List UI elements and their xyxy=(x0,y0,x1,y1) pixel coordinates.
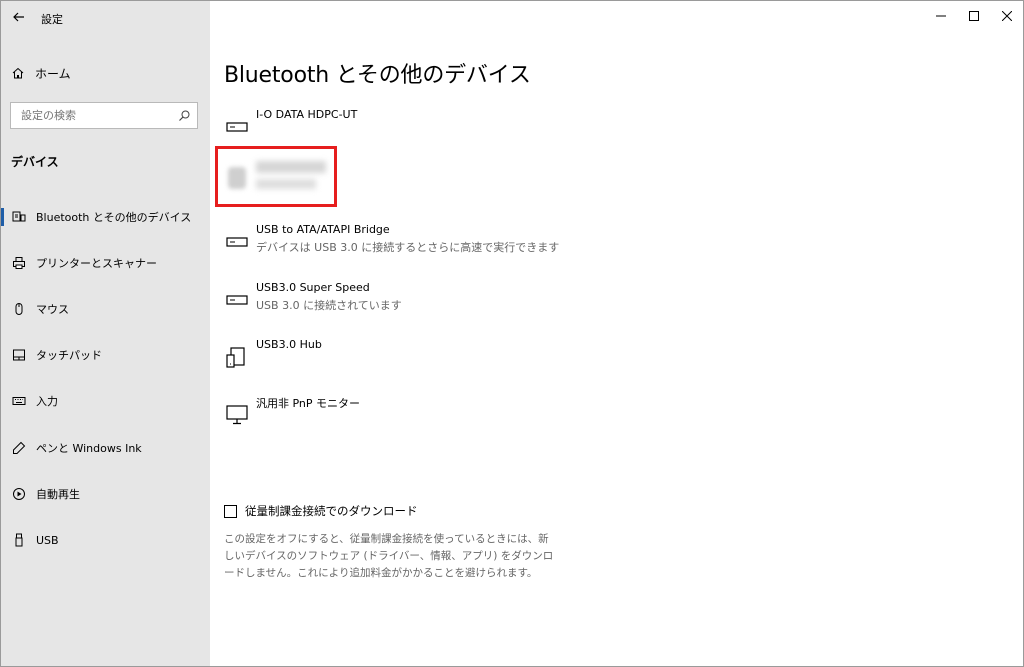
minimize-button[interactable] xyxy=(924,1,957,31)
minimize-icon xyxy=(935,15,946,17)
sidebar-item-label: Bluetooth とその他のデバイス xyxy=(36,211,192,224)
window-controls xyxy=(924,1,1023,31)
autoplay-icon xyxy=(12,487,26,501)
device-name: USB to ATA/ATAPI Bridge xyxy=(256,223,390,236)
devices-icon xyxy=(226,347,245,368)
back-arrow-icon xyxy=(13,12,24,22)
home-icon xyxy=(12,67,24,79)
metered-download-checkbox[interactable] xyxy=(224,504,237,518)
maximize-button[interactable] xyxy=(957,1,990,31)
sidebar-item-label: プリンターとスキャナー xyxy=(36,257,157,270)
sidebar: 設定 ホーム デバイス Bluetooth とその他のデバイス xyxy=(1,1,210,666)
device-item[interactable]: USB to ATA/ATAPI Bridge デバイスは USB 3.0 に接… xyxy=(224,223,644,263)
pen-icon xyxy=(12,441,26,455)
device-name: 汎用非 PnP モニター xyxy=(256,397,361,410)
sidebar-item-mouse[interactable]: マウス xyxy=(1,294,210,324)
sidebar-item-label: 入力 xyxy=(36,395,58,408)
device-item[interactable]: I-O DATA HDPC-UT xyxy=(224,108,524,148)
blurred-device-name xyxy=(256,161,326,173)
sidebar-item-touchpad[interactable]: タッチパッド xyxy=(1,340,210,370)
back-button[interactable] xyxy=(9,7,29,27)
close-button[interactable] xyxy=(990,1,1023,31)
sidebar-item-label: USB xyxy=(36,533,59,547)
drive-icon xyxy=(226,295,248,305)
device-name: I-O DATA HDPC-UT xyxy=(256,108,358,121)
sidebar-item-label: 自動再生 xyxy=(36,488,80,501)
window-title: 設定 xyxy=(41,13,63,26)
printer-icon xyxy=(12,256,26,270)
drive-icon xyxy=(226,237,248,247)
settings-window: 設定 ホーム デバイス Bluetooth とその他のデバイス xyxy=(0,0,1024,667)
home-link[interactable]: ホーム xyxy=(11,63,71,83)
device-status: USB 3.0 に接続されています xyxy=(256,299,402,312)
search-input[interactable] xyxy=(19,108,173,123)
metered-download-toggle[interactable]: 従量制課金接続でのダウンロード xyxy=(224,503,418,519)
sidebar-item-label: タッチパッド xyxy=(36,349,102,362)
device-item[interactable]: 汎用非 PnP モニター xyxy=(224,395,524,435)
home-label: ホーム xyxy=(35,66,71,81)
metered-download-description: この設定をオフにすると、従量制課金接続を使っているときには、新しいデバイスのソフ… xyxy=(224,533,554,579)
sidebar-item-autoplay[interactable]: 自動再生 xyxy=(1,479,210,509)
drive-icon xyxy=(226,122,248,132)
device-item[interactable]: USB3.0 Hub xyxy=(224,338,524,378)
monitor-icon xyxy=(226,405,248,425)
sidebar-item-pen[interactable]: ペンと Windows Ink xyxy=(1,433,210,463)
sidebar-item-label: ペンと Windows Ink xyxy=(36,442,142,455)
metered-download-label: 従量制課金接続でのダウンロード xyxy=(245,504,418,518)
device-name: USB3.0 Hub xyxy=(256,338,322,351)
highlighted-device[interactable] xyxy=(215,146,337,207)
device-name: USB3.0 Super Speed xyxy=(256,281,370,294)
sidebar-item-usb[interactable]: USB xyxy=(1,525,210,555)
close-icon xyxy=(1001,11,1012,21)
page-title: Bluetooth とその他のデバイス xyxy=(224,63,531,88)
touchpad-icon xyxy=(12,348,26,362)
keyboard-icon xyxy=(12,394,26,408)
blurred-device-icon xyxy=(228,167,246,189)
sidebar-item-printers[interactable]: プリンターとスキャナー xyxy=(1,248,210,278)
mouse-icon xyxy=(12,302,26,316)
sidebar-item-input[interactable]: 入力 xyxy=(1,386,210,416)
device-item[interactable]: USB3.0 Super Speed USB 3.0 に接続されています xyxy=(224,281,524,321)
sidebar-item-bluetooth[interactable]: Bluetooth とその他のデバイス xyxy=(1,202,210,232)
blurred-device-status xyxy=(256,179,316,189)
maximize-icon xyxy=(968,11,979,21)
settings-search[interactable] xyxy=(10,102,198,129)
main-content: Bluetooth とその他のデバイス I-O DATA HDPC-UT USB… xyxy=(210,1,1023,666)
usb-icon xyxy=(12,533,26,547)
section-title: デバイス xyxy=(11,155,59,169)
search-icon[interactable] xyxy=(177,109,191,123)
device-status: デバイスは USB 3.0 に接続するとさらに高速で実行できます xyxy=(256,241,560,254)
bluetooth-devices-icon xyxy=(12,210,26,224)
sidebar-item-label: マウス xyxy=(36,303,69,316)
